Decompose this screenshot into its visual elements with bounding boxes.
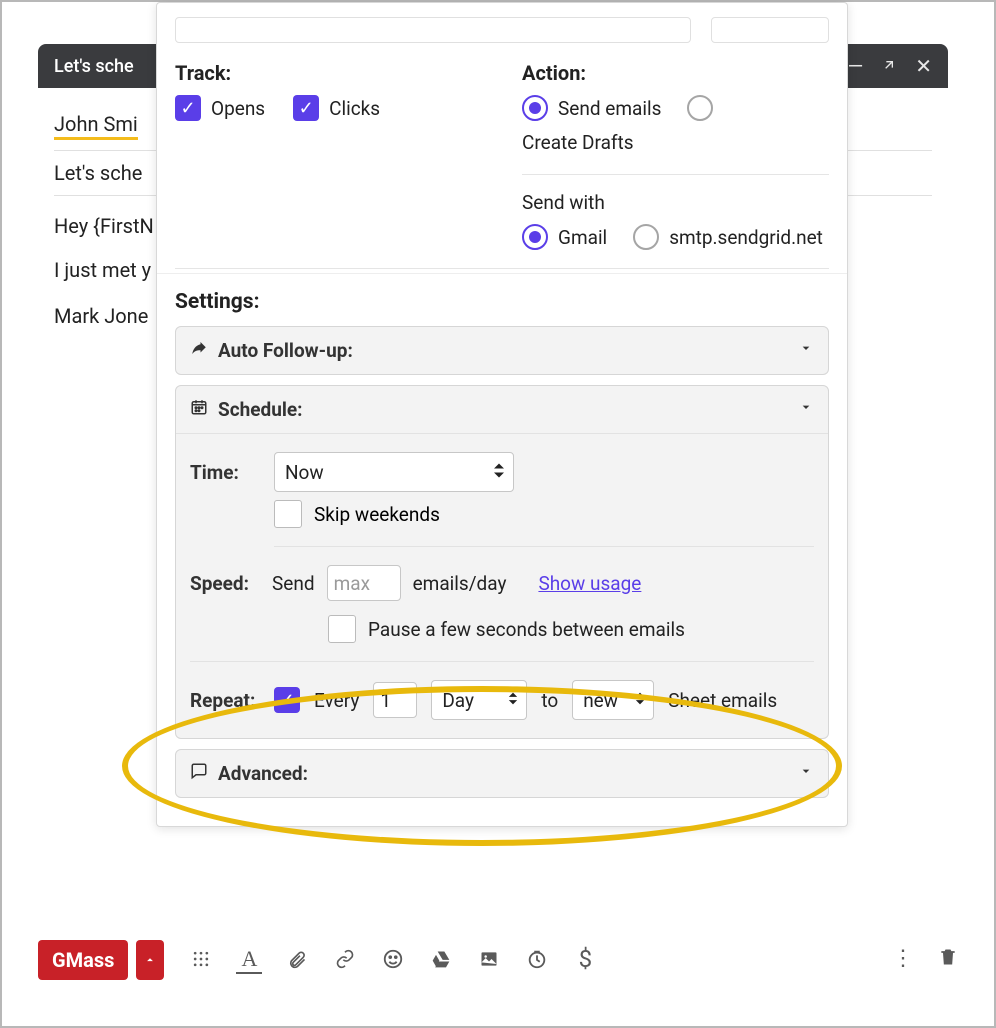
action-create-drafts-radio[interactable] xyxy=(687,95,713,121)
gmass-dropdown-button[interactable] xyxy=(136,940,164,980)
comment-icon xyxy=(190,762,208,785)
time-label: Time: xyxy=(190,461,260,484)
action-send-emails-radio[interactable] xyxy=(522,95,548,121)
drive-icon[interactable] xyxy=(428,946,454,972)
minimize-icon[interactable]: — xyxy=(848,54,864,78)
track-opens-label: Opens xyxy=(211,97,265,120)
action-label: Action: xyxy=(522,61,829,85)
image-icon[interactable] xyxy=(476,946,502,972)
skip-weekends-checkbox[interactable] xyxy=(274,500,302,528)
dollar-icon[interactable]: $ xyxy=(572,946,598,972)
discard-draft-icon[interactable] xyxy=(938,946,958,974)
repeat-to-text: to xyxy=(541,689,558,712)
calendar-icon xyxy=(190,398,208,421)
confidential-icon[interactable] xyxy=(524,946,550,972)
action-send-emails-label: Send emails xyxy=(558,97,661,120)
repeat-checkbox[interactable]: ✓ xyxy=(274,687,300,713)
show-usage-link[interactable]: Show usage xyxy=(538,572,641,595)
repeat-label: Repeat: xyxy=(190,689,260,712)
schedule-header[interactable]: Schedule: xyxy=(176,386,828,433)
advanced-header[interactable]: Advanced: xyxy=(176,750,828,797)
chevron-down-icon xyxy=(798,399,814,420)
time-select[interactable]: Now xyxy=(274,452,514,492)
pause-label: Pause a few seconds between emails xyxy=(368,618,685,641)
chevron-down-icon xyxy=(798,340,814,361)
auto-followup-header[interactable]: Auto Follow-up: xyxy=(176,327,828,374)
sendwith-gmail-radio[interactable] xyxy=(522,224,548,250)
advanced-title: Advanced: xyxy=(218,762,308,785)
more-options-icon[interactable]: ⋮ xyxy=(892,946,914,974)
repeat-sheet-label: Sheet emails xyxy=(668,689,777,712)
speed-max-input[interactable]: max xyxy=(327,565,401,601)
gmass-send-button[interactable]: GMass xyxy=(38,940,128,980)
gmass-settings-panel: Track: ✓ Opens ✓ Clicks Action: Send ema… xyxy=(156,2,848,827)
compose-toolbar: GMass A xyxy=(38,938,964,982)
speed-suffix: emails/day xyxy=(413,572,507,595)
track-clicks-checkbox[interactable]: ✓ xyxy=(293,95,319,121)
chevron-down-icon xyxy=(798,763,814,784)
track-clicks-label: Clicks xyxy=(329,97,380,120)
repeat-to-select[interactable]: new xyxy=(572,680,654,720)
pause-checkbox[interactable] xyxy=(328,615,356,643)
formatting-options-icon[interactable] xyxy=(188,946,214,972)
track-label: Track: xyxy=(175,61,482,85)
recipient-chip[interactable]: John Smi xyxy=(54,112,138,140)
advanced-section: Advanced: xyxy=(175,749,829,798)
repeat-count-input[interactable]: 1 xyxy=(373,682,417,718)
speed-label: Speed: xyxy=(190,572,260,595)
speed-send-text: Send xyxy=(272,572,315,595)
close-icon[interactable]: ✕ xyxy=(915,54,932,78)
reply-icon xyxy=(190,339,208,362)
auto-followup-section: Auto Follow-up: xyxy=(175,326,829,375)
skip-weekends-label: Skip weekends xyxy=(314,503,440,526)
sendwith-label: Send with xyxy=(522,191,829,214)
auto-followup-title: Auto Follow-up: xyxy=(218,339,353,362)
settings-label: Settings: xyxy=(157,273,847,326)
sendwith-smtp-label: smtp.sendgrid.net xyxy=(669,226,823,249)
repeat-unit-select[interactable]: Day xyxy=(431,680,527,720)
schedule-title: Schedule: xyxy=(218,398,302,421)
action-create-drafts-label: Create Drafts xyxy=(522,131,634,154)
attach-icon[interactable] xyxy=(284,946,310,972)
font-icon[interactable]: A xyxy=(236,946,262,974)
sendwith-gmail-label: Gmail xyxy=(558,226,607,249)
track-opens-checkbox[interactable]: ✓ xyxy=(175,95,201,121)
sendwith-smtp-radio[interactable] xyxy=(633,224,659,250)
expand-icon[interactable] xyxy=(881,54,897,78)
link-icon[interactable] xyxy=(332,946,358,972)
schedule-section: Schedule: Time: Now xyxy=(175,385,829,739)
emoji-icon[interactable] xyxy=(380,946,406,972)
repeat-every-text: Every xyxy=(314,689,359,712)
